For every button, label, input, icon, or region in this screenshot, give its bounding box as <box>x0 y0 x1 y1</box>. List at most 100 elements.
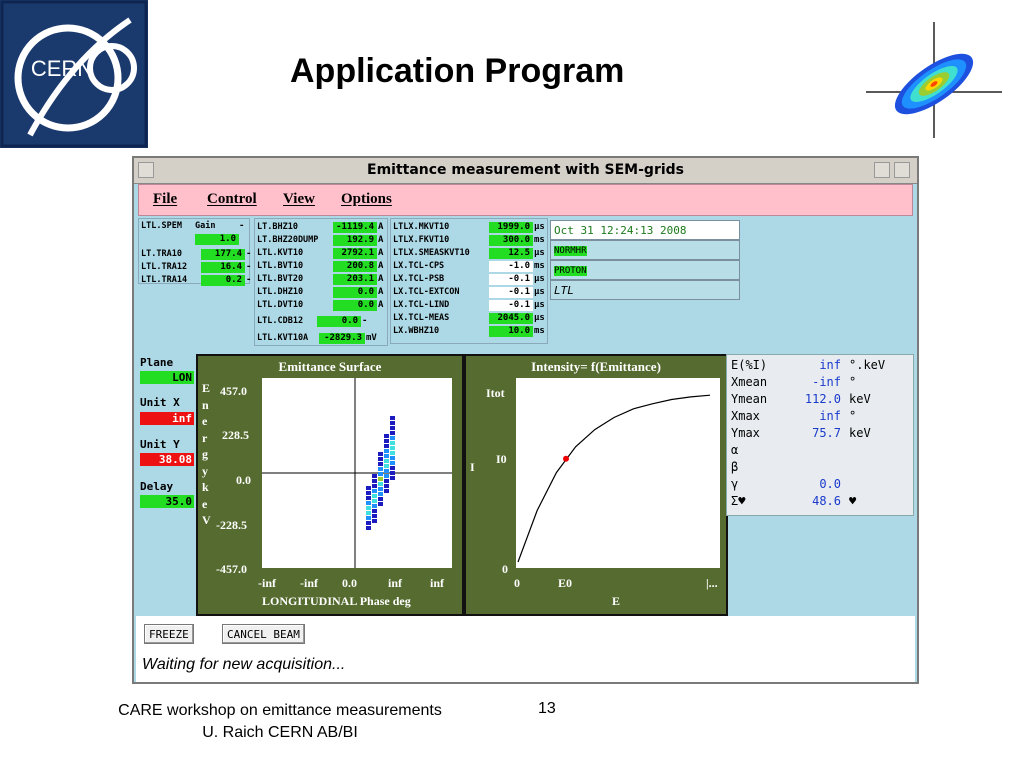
param-value[interactable]: 0.0 <box>333 287 377 298</box>
emittance-xlabel: LONGITUDINAL Phase deg <box>262 594 411 608</box>
emittance-cell <box>384 444 389 448</box>
menu-options[interactable]: Options <box>341 191 392 208</box>
param-unit: - <box>246 262 252 272</box>
param-value[interactable]: 2045.0 <box>489 313 533 324</box>
emittance-cell <box>372 494 377 498</box>
delay-label: Delay <box>140 480 174 493</box>
menu-view[interactable]: View <box>283 191 315 208</box>
emittance-cell <box>390 456 395 460</box>
footer-line1: CARE workshop on emittance measurements <box>118 702 442 719</box>
delay-value[interactable]: 35.0 <box>140 495 194 508</box>
param-name: LTL.DVT10 <box>257 300 304 310</box>
param-value[interactable]: 12.5 <box>489 248 533 259</box>
param-value[interactable]: -1119.4 <box>333 222 377 233</box>
param-value[interactable]: -0.1 <box>489 300 533 311</box>
emittance-cell <box>372 509 377 513</box>
emittance-cell <box>372 519 377 523</box>
param-name: LTL.CDB12 <box>257 316 304 326</box>
results-panel: E(%I) inf °.keV Xmean -inf ° Ymean 112.0 keV X… <box>726 354 914 516</box>
param-value[interactable]: -0.1 <box>489 287 533 298</box>
param-unit: A <box>378 235 384 245</box>
emittance-cell <box>366 486 371 490</box>
param-unit: - <box>246 249 252 259</box>
emittance-cell <box>390 436 395 440</box>
param-unit: A <box>378 287 384 297</box>
freeze-button[interactable]: FREEZE <box>144 624 194 644</box>
param-unit: A <box>378 248 384 258</box>
emittance-cell <box>378 452 383 456</box>
param-value[interactable]: 177.4 <box>201 249 245 260</box>
emittance-cell <box>378 487 383 491</box>
maximize-button[interactable] <box>894 162 910 178</box>
param-value[interactable]: -1.0 <box>489 261 533 272</box>
menu-control[interactable]: Control <box>207 191 257 208</box>
param-value[interactable]: 1.0 <box>195 234 239 245</box>
x-tick: inf <box>388 576 403 590</box>
cancel-beam-button[interactable]: CANCEL BEAM <box>222 624 305 644</box>
window-titlebar[interactable]: Emittance measurement with SEM-grids <box>134 158 917 184</box>
param-value[interactable]: 300.0 <box>489 235 533 246</box>
param-value[interactable]: 0.2 <box>201 275 245 286</box>
emittance-cell <box>378 497 383 501</box>
emittance-cell <box>372 499 377 503</box>
param-value[interactable]: 10.0 <box>489 326 533 337</box>
emittance-cell <box>366 511 371 515</box>
param-value[interactable]: -2829.3 <box>319 333 365 344</box>
param-unit: - <box>239 221 245 231</box>
emittance-cell <box>378 477 383 481</box>
x-tick: inf <box>430 576 445 590</box>
unit-x-label: Unit X <box>140 396 180 409</box>
param-value[interactable]: 1999.0 <box>489 222 533 233</box>
emittance-cell <box>366 526 371 530</box>
emittance-cell <box>372 514 377 518</box>
mode-display: NORMHR <box>550 240 740 260</box>
emittance-cell <box>366 521 371 525</box>
emittance-cell <box>384 479 389 483</box>
left-controls: Plane LON Unit X inf Unit Y 38.08 Delay … <box>138 354 196 618</box>
param-value[interactable]: 2792.1 <box>333 248 377 259</box>
param-value[interactable]: 0.0 <box>333 300 377 311</box>
window-title: Emittance measurement with SEM-grids <box>367 162 684 178</box>
intensity-curve-svg <box>517 394 711 563</box>
param-unit: - <box>246 275 252 285</box>
intensity-panel: Intensity= f(Emittance) Itot I0 I 0 0 E0… <box>464 354 728 616</box>
intensity-curve <box>517 394 711 563</box>
app-window: Emittance measurement with SEM-grids Fil… <box>132 156 919 684</box>
param-value[interactable]: 200.8 <box>333 261 377 272</box>
emittance-surface-panel: Emittance Surface E n e r g y k e V 457.… <box>196 354 464 616</box>
intensity-xlabel: E <box>612 594 621 608</box>
emittance-cell <box>378 462 383 466</box>
param-unit: ms <box>534 261 545 271</box>
intensity-ytick-mid: I0 <box>496 452 507 466</box>
y-tick: -457.0 <box>216 562 247 576</box>
param-value[interactable]: 0.0 <box>317 316 361 327</box>
param-value[interactable]: -0.1 <box>489 274 533 285</box>
unit-x-value[interactable]: inf <box>140 412 194 425</box>
emittance-cell <box>384 459 389 463</box>
x-tick: -inf <box>300 576 318 590</box>
param-value[interactable]: 16.4 <box>201 262 245 273</box>
y-tick: -228.5 <box>216 518 247 532</box>
intensity-ytick-top: Itot <box>486 386 505 400</box>
unit-y-value[interactable]: 38.08 <box>140 453 194 466</box>
intensity-plot-area[interactable] <box>516 378 720 568</box>
emittance-cell <box>390 451 395 455</box>
intensity-plot-title: Intensity= f(Emittance) <box>531 359 661 374</box>
param-unit: A <box>378 274 384 284</box>
plane-value[interactable]: LON <box>140 371 194 384</box>
minimize-button[interactable] <box>874 162 890 178</box>
emittance-cell <box>390 431 395 435</box>
param-value[interactable]: 192.9 <box>333 235 377 246</box>
emittance-plot-area[interactable] <box>262 378 452 568</box>
line-display: LTL <box>550 280 740 300</box>
param-unit: A <box>378 261 384 271</box>
param-name: LT.TRA10 <box>141 249 182 259</box>
emittance-cell <box>384 474 389 478</box>
menu-file[interactable]: File <box>153 191 177 208</box>
param-label-gain: Gain <box>195 221 216 231</box>
param-name: LTL.DHZ10 <box>257 287 304 297</box>
page-number: 13 <box>538 700 556 717</box>
param-unit: µs <box>534 274 545 284</box>
emittance-cell <box>384 484 389 488</box>
param-value[interactable]: 203.1 <box>333 274 377 285</box>
